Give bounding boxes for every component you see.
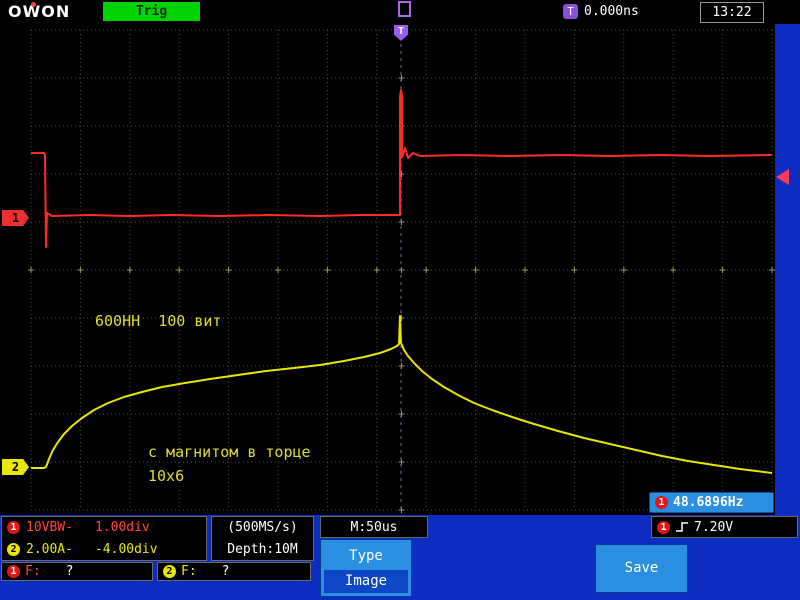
measure2-value: ? [222,564,230,579]
type-menu-label: Type [321,540,411,570]
trigger-info-box: 1 7.20V [651,516,798,538]
trigger-status-badge: Trig [103,2,200,21]
channel1-badge-icon: 1 [655,496,668,509]
measure2-channel-icon: 2 [163,565,176,578]
trigger-level-value: 7.20V [694,520,733,535]
trigger-position-indicator[interactable] [398,1,411,17]
timebase-box: M:50us [320,516,428,538]
clock: 13:22 [700,2,764,23]
frequency-value: 48.6896Hz [673,495,743,510]
annotation-magnet: с магнитом в торце [148,443,311,461]
save-button[interactable]: Save [595,544,688,593]
annotation-core-type: 600НН 100 вит [95,312,221,330]
trigger-time-readout: 0.000ns [584,3,639,20]
channel1-scale: 10VBW- [26,520,73,535]
measure2-box: 2 F: ? [157,562,311,581]
rising-edge-icon [675,520,689,534]
measure1-box: 1 F: ? [1,562,153,581]
channel2-info-row: 2 2.00A- -4.00div [7,542,158,557]
sample-rate: (500MS/s) [227,520,297,535]
trigger-channel-icon: 1 [657,521,670,534]
channel2-number-icon: 2 [7,543,20,556]
channel-info-box: 1 10VBW- 1.00div 2 2.00A- -4.00div [1,516,207,561]
measure1-channel-icon: 1 [7,565,20,578]
screen-right-frame [775,24,800,515]
top-status-bar: OWON Trig T 0.000ns 13:22 [0,0,800,24]
channel1-info-row: 1 10VBW- 1.00div [7,520,150,535]
frequency-badge: 1 48.6896Hz [649,492,774,513]
timebase-value: M:50us [351,520,398,535]
logo-dot [31,2,36,7]
type-menu-selected-option[interactable]: Image [324,570,408,593]
measure2-label: F: [181,564,197,579]
annotation-size: 10x6 [148,467,184,485]
memory-depth: Depth:10M [227,542,297,557]
type-menu-button[interactable]: Type Image [320,539,412,597]
measure1-label: F: [25,564,41,579]
channel2-offset: -4.00div [95,542,158,557]
channel1-offset: 1.00div [95,520,150,535]
waveform-screen [0,24,775,515]
owon-logo: OWON [8,2,70,21]
trigger-time-icon: T [563,4,578,19]
acquisition-info-box: (500MS/s) Depth:10M [211,516,314,561]
channel1-number-icon: 1 [7,521,20,534]
measure1-value: ? [66,564,74,579]
channel2-scale: 2.00A- [26,542,73,557]
trigger-level-arrow[interactable] [776,169,789,185]
